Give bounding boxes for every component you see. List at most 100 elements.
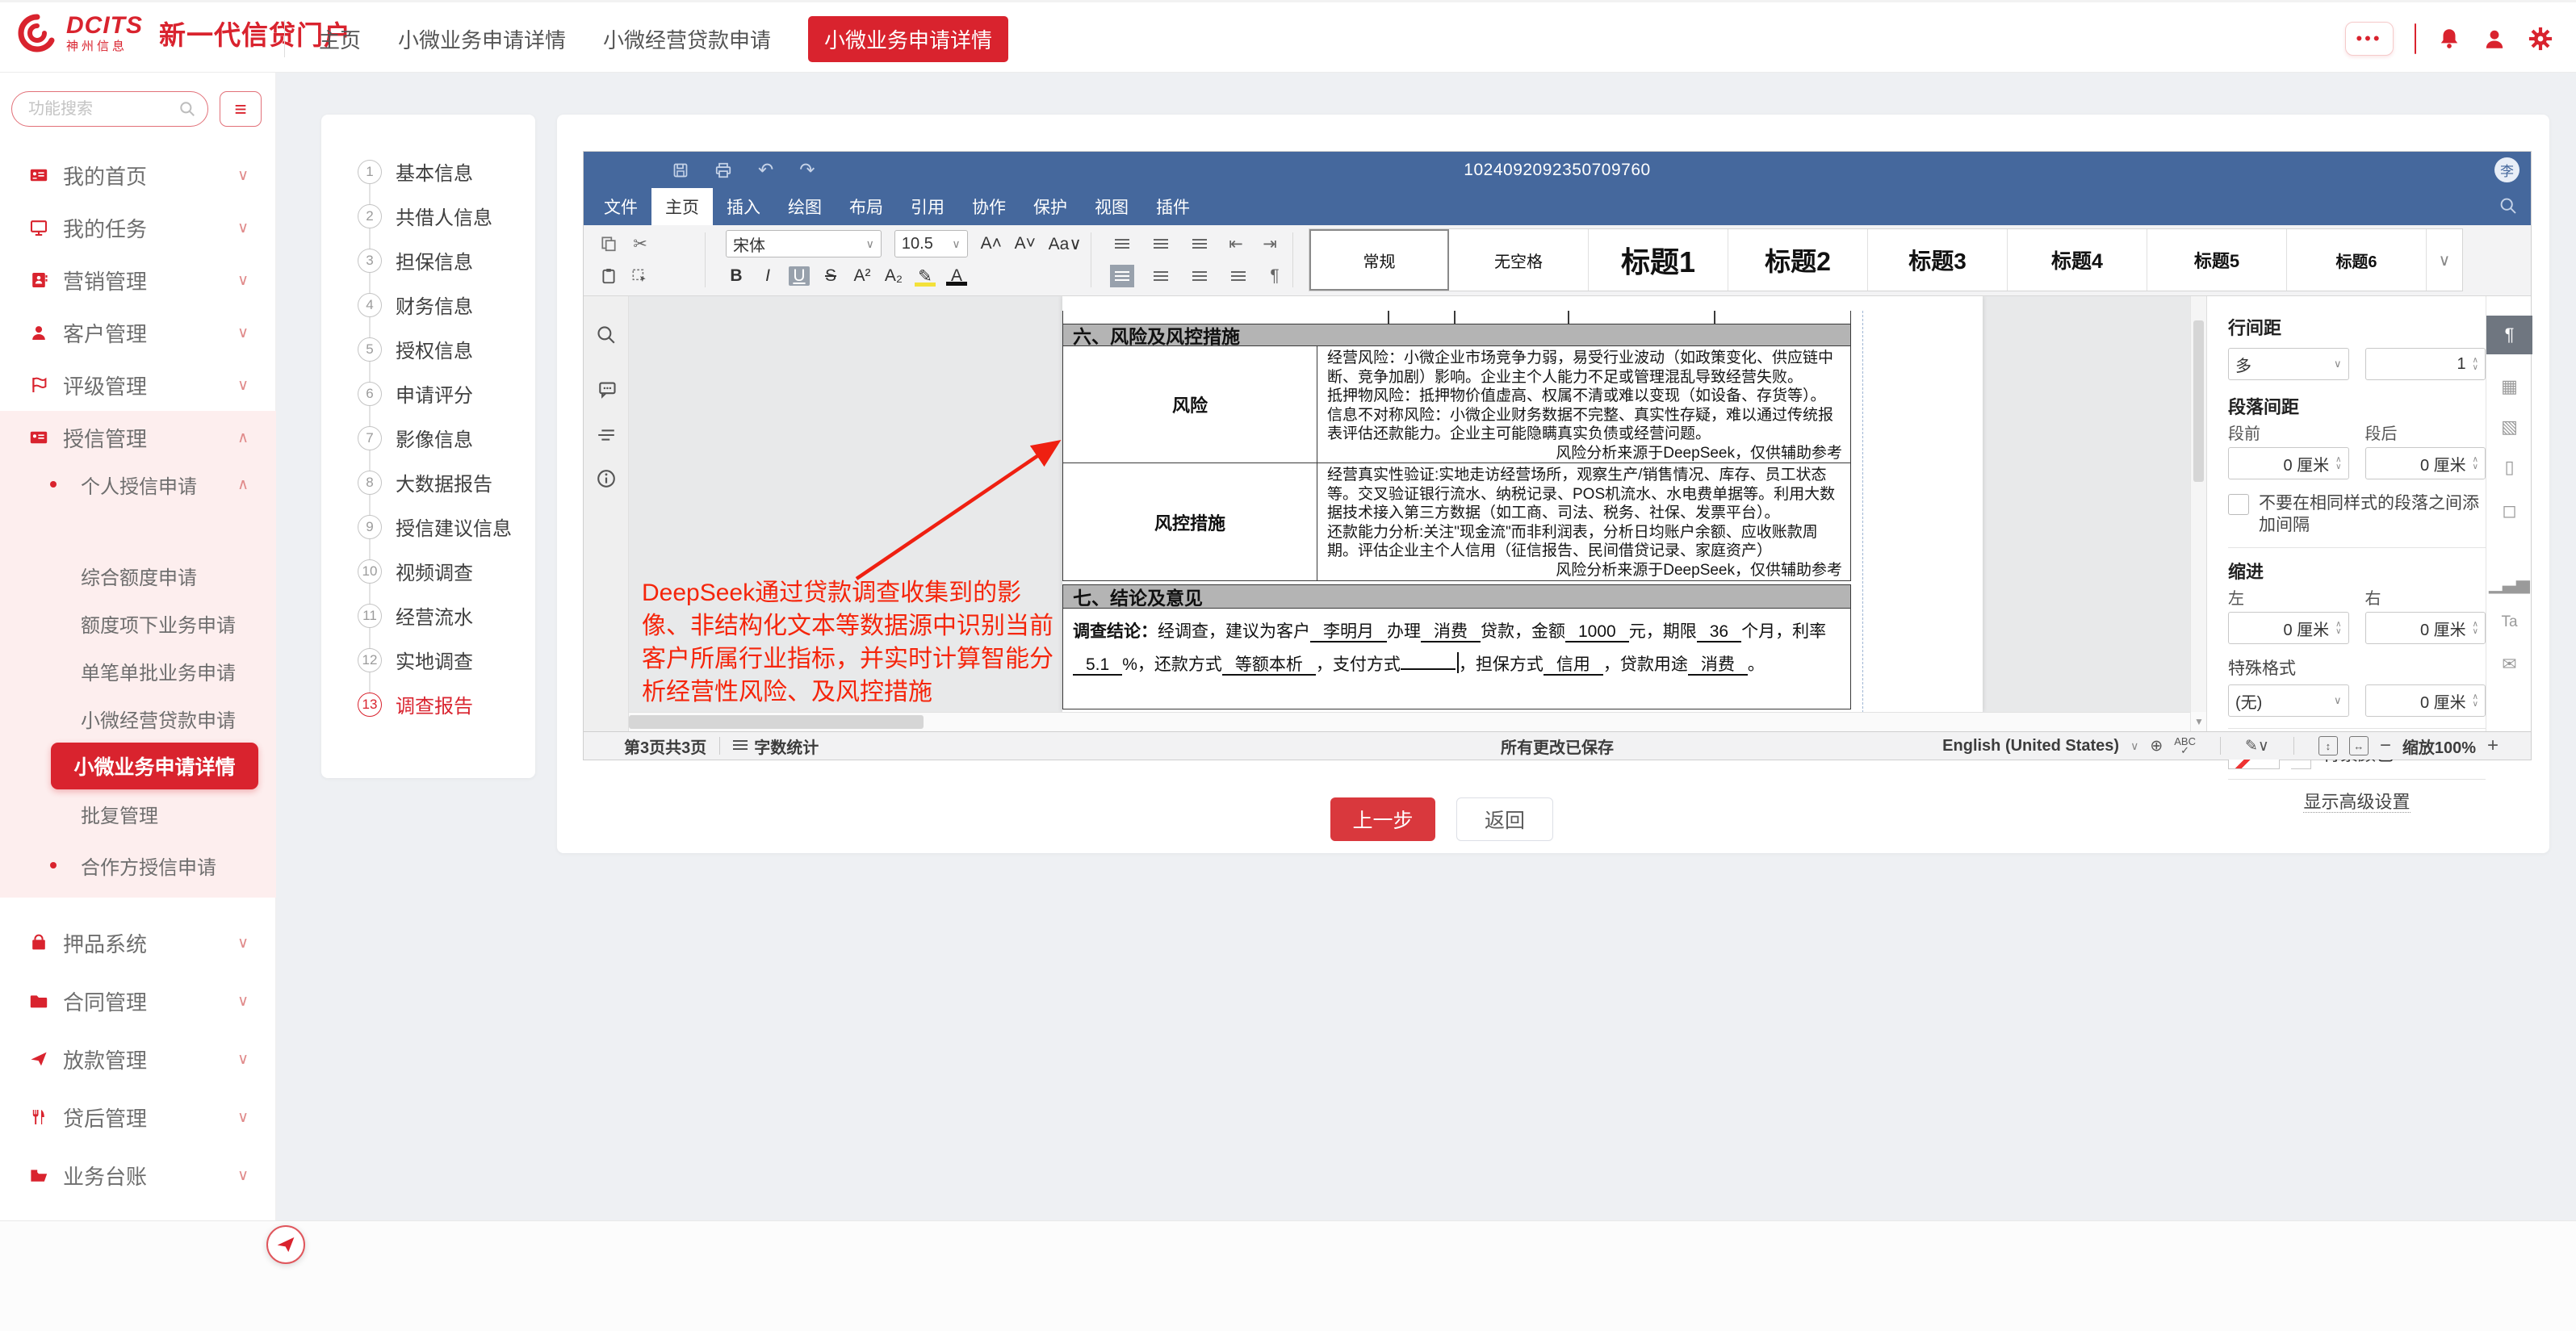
style-heading4[interactable]: 标题4 bbox=[2008, 229, 2147, 291]
pilcrow-icon[interactable]: ¶ bbox=[1265, 266, 1284, 286]
line-spacing-mode-select[interactable]: 多∨ bbox=[2228, 348, 2349, 380]
copy-icon[interactable] bbox=[600, 235, 618, 253]
shrink-font-icon[interactable]: A˅ bbox=[1015, 234, 1036, 253]
print-icon[interactable] bbox=[714, 161, 732, 179]
zoom-out-icon[interactable]: − bbox=[2380, 735, 2391, 757]
style-heading6[interactable]: 标题6 bbox=[2287, 229, 2427, 291]
word-count-label[interactable]: 字数统计 bbox=[754, 735, 819, 758]
sidebar-item-rating[interactable]: 评级管理 ∨ bbox=[0, 362, 276, 408]
strikethrough-button[interactable]: S bbox=[820, 266, 841, 286]
search-input[interactable] bbox=[27, 92, 175, 126]
align-center-icon[interactable] bbox=[1149, 265, 1173, 287]
sidebar-item-approval-mgmt[interactable]: 批复管理 bbox=[0, 793, 276, 835]
more-icon[interactable]: ••• bbox=[2345, 22, 2394, 56]
special-amount-input[interactable]: 0 厘米∧∨ bbox=[2365, 684, 2486, 717]
justify-icon[interactable] bbox=[1226, 265, 1250, 287]
tab-draw[interactable]: 绘图 bbox=[774, 188, 836, 225]
document-canvas[interactable]: 六、风险及风控措施 风险 经营风险：小微企业市场竞争力弱，易受行业波动（如政策变… bbox=[629, 296, 2190, 712]
sidebar-item-micro-detail-active[interactable]: 小微业务申请详情 bbox=[51, 743, 258, 789]
table-panel-icon[interactable]: ▦ bbox=[2494, 370, 2524, 403]
sidebar-item-personal-credit[interactable]: 个人授信申请 ∧ bbox=[0, 463, 276, 505]
gear-icon[interactable] bbox=[2528, 26, 2553, 52]
outline-icon[interactable] bbox=[595, 424, 618, 446]
step-coborrower[interactable]: 2共借人信息 bbox=[321, 194, 535, 238]
grow-font-icon[interactable]: A˄ bbox=[981, 234, 1002, 253]
vertical-scrollbar[interactable]: ▼ bbox=[2190, 296, 2206, 731]
multilevel-list-icon[interactable] bbox=[1187, 232, 1212, 255]
paste-icon[interactable] bbox=[600, 267, 618, 285]
bell-icon[interactable] bbox=[2437, 27, 2461, 51]
avatar[interactable]: 李 bbox=[2494, 157, 2519, 182]
superscript-button[interactable]: A² bbox=[852, 266, 873, 286]
decrease-indent-icon[interactable]: ⇤ bbox=[1226, 234, 1246, 254]
numbered-list-icon[interactable] bbox=[1149, 232, 1173, 255]
align-right-icon[interactable] bbox=[1187, 265, 1212, 287]
italic-button[interactable]: I bbox=[757, 266, 778, 286]
back-button[interactable]: 返回 bbox=[1456, 797, 1553, 841]
save-icon[interactable] bbox=[672, 162, 689, 178]
style-heading5[interactable]: 标题5 bbox=[2147, 229, 2287, 291]
change-case-icon[interactable]: Aa∨ bbox=[1049, 234, 1081, 254]
cut-icon[interactable]: ✂ bbox=[630, 234, 650, 254]
shapes-panel-icon[interactable]: ◻ bbox=[2494, 495, 2524, 527]
sidebar-item-quota-business[interactable]: 额度项下业务申请 bbox=[0, 602, 276, 644]
font-color-button[interactable]: A bbox=[946, 266, 967, 286]
bold-button[interactable]: B bbox=[726, 266, 747, 286]
checkbox-icon[interactable] bbox=[2228, 494, 2249, 515]
sidebar-item-customers[interactable]: 客户管理 ∨ bbox=[0, 310, 276, 355]
sidebar-item-collateral[interactable]: 押品系统 ∨ bbox=[0, 920, 276, 965]
comments-icon[interactable] bbox=[595, 379, 618, 401]
sidebar-item-ledger[interactable]: 业务台账 ∨ bbox=[0, 1153, 276, 1198]
nav-tab-micro-detail-1[interactable]: 小微业务申请详情 bbox=[398, 24, 566, 54]
style-no-spacing[interactable]: 无空格 bbox=[1449, 229, 1589, 291]
indent-right-input[interactable]: 0 厘米∧∨ bbox=[2365, 612, 2486, 644]
font-size-select[interactable]: 10.5∨ bbox=[894, 230, 968, 257]
sidebar-item-comprehensive-quota[interactable]: 综合额度申请 bbox=[0, 555, 276, 596]
sidebar-item-home[interactable]: 我的首页 ∨ bbox=[0, 153, 276, 198]
font-name-select[interactable]: 宋体∨ bbox=[726, 230, 882, 257]
nav-tab-micro-loan[interactable]: 小微经营贷款申请 bbox=[603, 24, 771, 54]
undo-icon[interactable]: ↶ bbox=[758, 159, 773, 181]
sidebar-item-disbursement[interactable]: 放款管理 ∨ bbox=[0, 1036, 276, 1082]
styles-more-icon[interactable]: ∨ bbox=[2427, 229, 2462, 291]
increase-indent-icon[interactable]: ⇥ bbox=[1260, 234, 1280, 254]
indent-left-input[interactable]: 0 厘米∧∨ bbox=[2228, 612, 2349, 644]
step-scoring[interactable]: 6申请评分 bbox=[321, 371, 535, 416]
tab-collaborate[interactable]: 协作 bbox=[958, 188, 1020, 225]
highlight-button[interactable]: ✎ bbox=[915, 266, 936, 287]
step-field-survey[interactable]: 12实地调查 bbox=[321, 638, 535, 682]
sidebar-item-tasks[interactable]: 我的任务 ∨ bbox=[0, 205, 276, 250]
chart-panel-icon[interactable]: ▁▃▅ bbox=[2494, 567, 2524, 600]
sidebar-item-contracts[interactable]: 合同管理 ∨ bbox=[0, 978, 276, 1023]
horizontal-scrollbar[interactable] bbox=[629, 712, 2190, 731]
sidebar-item-partner-credit[interactable]: 合作方授信申请 bbox=[0, 844, 276, 886]
tab-file[interactable]: 文件 bbox=[590, 188, 651, 225]
zoom-in-icon[interactable]: + bbox=[2487, 735, 2499, 757]
globe-icon[interactable]: ⊕ bbox=[2150, 737, 2163, 755]
line-spacing-value-input[interactable]: 1∧∨ bbox=[2365, 348, 2486, 380]
step-credit-advice[interactable]: 9授信建议信息 bbox=[321, 504, 535, 549]
sidebar-item-credit-mgmt[interactable]: 授信管理 ∧ bbox=[0, 415, 276, 460]
after-spacing-input[interactable]: 0 厘米∧∨ bbox=[2365, 447, 2486, 479]
user-icon[interactable] bbox=[2482, 27, 2507, 51]
nav-tab-micro-detail-active[interactable]: 小微业务申请详情 bbox=[808, 16, 1008, 62]
sidebar-search[interactable] bbox=[11, 91, 208, 127]
step-guarantee[interactable]: 3担保信息 bbox=[321, 238, 535, 283]
page-panel-icon[interactable]: ▯ bbox=[2494, 451, 2524, 483]
step-finance[interactable]: 4财务信息 bbox=[321, 283, 535, 327]
tab-insert[interactable]: 插入 bbox=[713, 188, 774, 225]
step-authorization[interactable]: 5授权信息 bbox=[321, 327, 535, 371]
tab-references[interactable]: 引用 bbox=[897, 188, 958, 225]
fit-width-icon[interactable]: ↔ bbox=[2349, 736, 2369, 755]
info-icon[interactable] bbox=[595, 467, 618, 490]
special-format-select[interactable]: (无)∨ bbox=[2228, 684, 2349, 717]
style-heading2[interactable]: 标题2 bbox=[1728, 229, 1868, 291]
mail-merge-panel-icon[interactable]: ✉ bbox=[2494, 648, 2524, 680]
step-bigdata[interactable]: 8大数据报告 bbox=[321, 460, 535, 504]
tab-view[interactable]: 视图 bbox=[1081, 188, 1142, 225]
advanced-settings-link[interactable]: 显示高级设置 bbox=[2303, 792, 2410, 813]
step-basic-info[interactable]: 1基本信息 bbox=[321, 149, 535, 194]
step-business-flow[interactable]: 11经营流水 bbox=[321, 593, 535, 638]
previous-step-button[interactable]: 上一步 bbox=[1330, 797, 1435, 841]
paragraph-panel-icon[interactable]: ¶ bbox=[2486, 316, 2532, 354]
